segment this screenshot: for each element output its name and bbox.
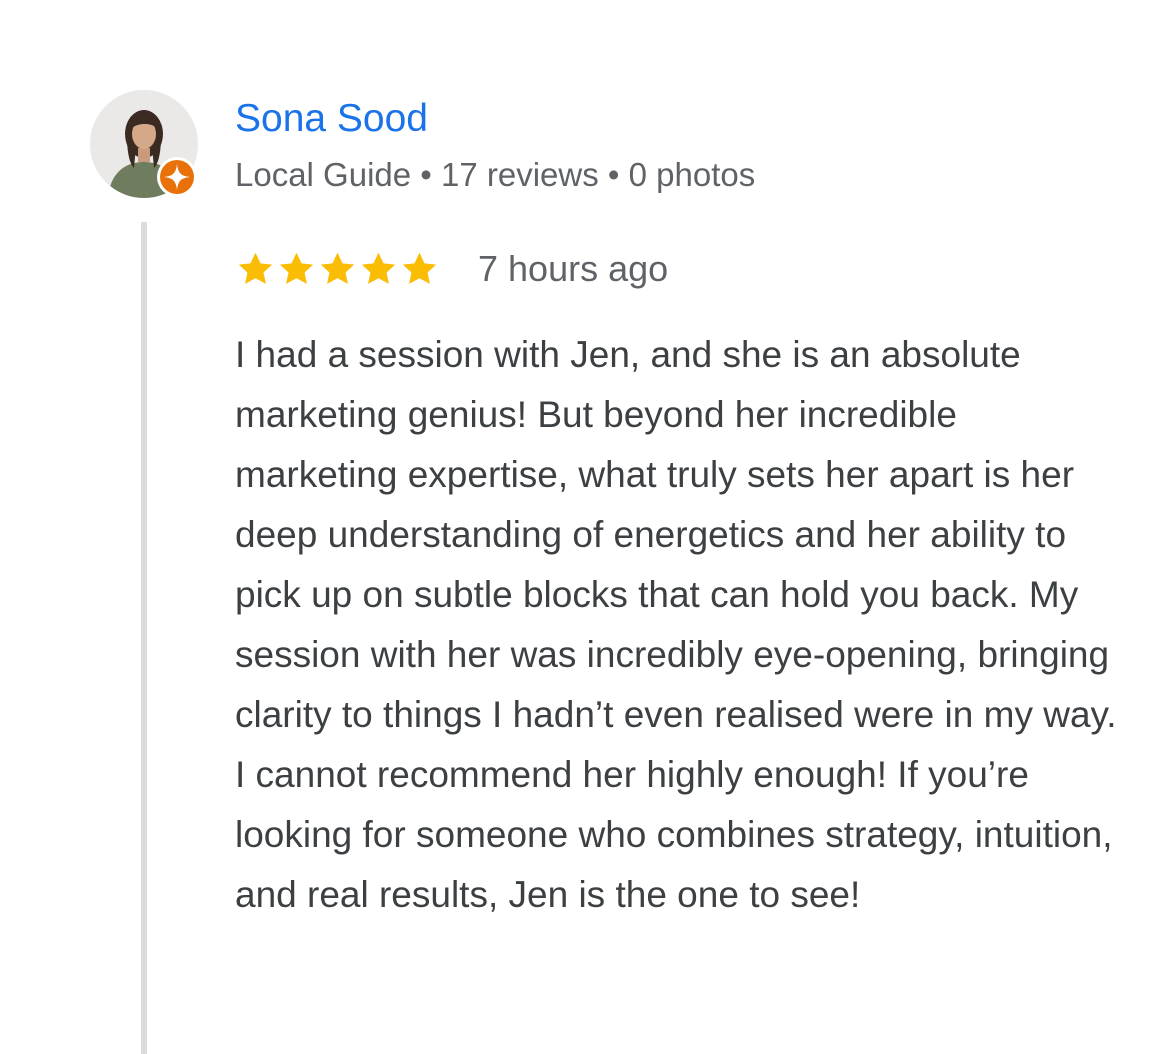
- star-icon: [279, 252, 314, 284]
- reviewer-meta: Local Guide • 17 reviews • 0 photos: [235, 156, 756, 193]
- star-icon: [361, 252, 396, 284]
- star-icon: [402, 252, 437, 284]
- star-icon: [238, 252, 273, 284]
- reviewer-name[interactable]: Sona Sood: [235, 96, 428, 142]
- review-text: I had a session with Jen, and she is an …: [235, 334, 1117, 915]
- review-divider: [141, 222, 147, 1054]
- local-guide-star-icon: [156, 156, 198, 198]
- star-icon: [320, 252, 355, 284]
- review-time: 7 hours ago: [478, 248, 669, 289]
- rating-row: 7 hours ago: [235, 247, 668, 291]
- star-rating: [235, 249, 440, 290]
